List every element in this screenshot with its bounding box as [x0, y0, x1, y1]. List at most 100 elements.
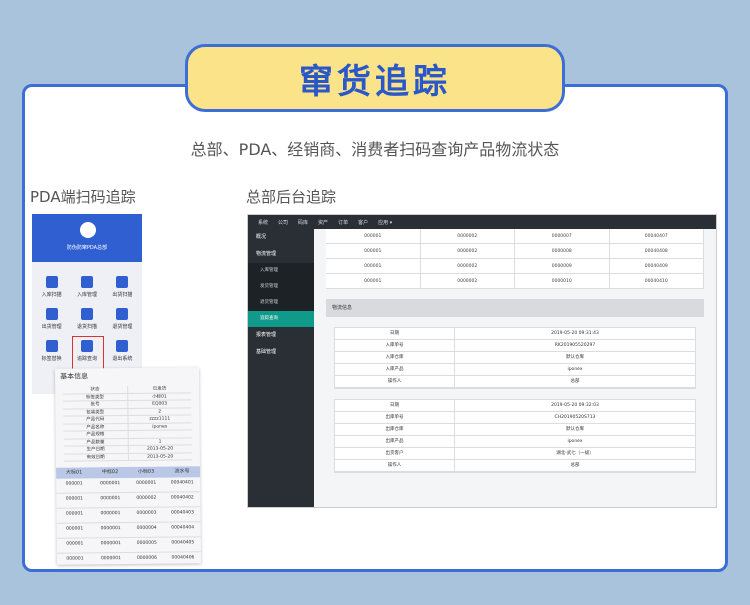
pda-menu-label: 标签替换 — [41, 356, 62, 362]
pda-menu-item[interactable]: 入库扫描 — [34, 276, 69, 302]
info-label: 状态 — [63, 385, 128, 394]
record-label: 操作人 — [335, 376, 455, 387]
table-header-cell: 大标01 — [65, 469, 83, 476]
table-row: 000001 0000001 0000006 00040406 — [56, 552, 202, 565]
topbar-item[interactable]: 公司 — [278, 219, 288, 226]
record-label: 出库单号 — [335, 412, 455, 423]
title-banner: 窜货追踪 — [185, 44, 565, 112]
table-row: 000001 0000002 0000008 00040408 — [326, 244, 704, 259]
info-label: 有效日期 — [63, 453, 129, 461]
topbar-item[interactable]: 应用 ▾ — [378, 219, 392, 226]
table-cell: 0000002 — [136, 495, 157, 501]
table-cell: 000001 — [326, 259, 421, 273]
record-value: 总部 — [570, 379, 580, 384]
backend-sidebar: 概况 物流管理 入库管理 发货管理 退货管理 追踪查询 报表管理 基础管理 — [248, 229, 314, 507]
topbar-item[interactable]: 系统 — [258, 219, 268, 226]
pda-menu-item[interactable]: 追踪查询 — [69, 336, 105, 370]
pda-section-title: PDA端扫码追踪 — [30, 188, 136, 206]
info-value — [128, 430, 192, 437]
pda-menu-item[interactable]: 退货管理 — [105, 308, 140, 334]
record-label: 操作人 — [335, 460, 455, 471]
sidebar-item[interactable]: 物流管理 — [248, 246, 314, 263]
info-table: 大标01 中标02 小标03 流水号 000001 0000001 0000001 0004… — [56, 466, 202, 565]
info-value: 2 — [158, 409, 162, 415]
pda-header: 防伪防窜PDA总部 — [32, 214, 142, 262]
code-table: 000001 0000002 0000007 00040407 000001 000000… — [326, 229, 704, 289]
pda-menu-label: 出货扫描 — [112, 292, 133, 298]
table-header-cell: 中标02 — [101, 469, 119, 476]
pda-menu-item[interactable]: 入库管理 — [69, 276, 104, 302]
info-value: 2013-05-20 — [147, 454, 174, 460]
page-title: 窜货追踪 — [299, 61, 451, 102]
info-value: EQ003 — [152, 401, 168, 407]
sidebar-item[interactable]: 报表管理 — [248, 327, 314, 344]
sidebar-item[interactable]: 退货管理 — [248, 295, 314, 311]
topbar-item[interactable]: 码库 — [298, 219, 308, 226]
record-row: 出库仓库 默认仓库 — [335, 424, 695, 436]
info-label: 产品规格 — [63, 430, 129, 439]
record-row: 入库单号 RK201905520297 — [335, 340, 695, 352]
table-cell: 0000003 — [136, 510, 157, 516]
info-screenshot: 基本信息 状态 已发货 标签类型 小标01 批号 EQ003 包装类型 2 产品代码 zzzz11… — [54, 367, 202, 565]
record-value: CH20190520S713 — [554, 415, 596, 420]
table-cell: 0000005 — [136, 540, 157, 546]
table-cell: 00040410 — [610, 274, 704, 288]
table-cell: 0000001 — [100, 481, 121, 487]
logistics-section-header: 物流信息 — [326, 299, 704, 317]
sidebar-item[interactable]: 发货管理 — [248, 279, 314, 295]
table-row: 000001 0000001 0000001 00040401 — [56, 477, 201, 494]
record-value: 湖北-武七（一级） — [556, 451, 594, 456]
topbar-item[interactable]: 客户 — [358, 219, 368, 226]
sidebar-item[interactable]: 入库管理 — [248, 263, 314, 279]
menu-icon — [45, 308, 58, 320]
record-value: 2019-05-20 09:31:43 — [551, 331, 599, 336]
table-cell: 000001 — [66, 541, 84, 547]
table-cell: 000001 — [65, 496, 83, 502]
pda-menu-item[interactable]: 出货管理 — [34, 308, 69, 334]
table-row: 000001 0000002 0000010 00040410 — [326, 274, 704, 289]
menu-icon — [80, 340, 93, 352]
record-label: 出库仓库 — [335, 424, 455, 435]
record-label: 日期 — [335, 400, 455, 411]
sidebar-item[interactable]: 追踪查询 — [248, 311, 314, 327]
pda-menu-item[interactable]: 出货扫描 — [105, 276, 140, 302]
record-value: 2019-05-20 09:32:03 — [551, 403, 599, 408]
menu-icon — [80, 276, 93, 288]
subtitle: 总部、PDA、经销商、消费者扫码查询产品物流状态 — [190, 140, 560, 159]
record-row: 出库单号 CH20190520S713 — [335, 412, 695, 424]
info-label: 产品代码 — [63, 415, 129, 424]
table-cell: 000001 — [326, 229, 421, 243]
pda-menu-item[interactable]: 退出系统 — [105, 340, 140, 366]
topbar-item[interactable]: 订单 — [338, 219, 348, 226]
info-value: zzzz1111 — [149, 416, 171, 422]
pda-menu-label: 退货扫描 — [76, 324, 97, 330]
info-label: 产品名称 — [63, 423, 129, 431]
pda-screenshot: 防伪防窜PDA总部 入库扫描 入库管理 出货扫描出货管理 退货扫描 退货管理标签替换 追踪… — [32, 214, 142, 394]
table-row: 000001 0000002 0000009 00040409 — [326, 259, 704, 274]
pda-menu-label: 入库管理 — [76, 292, 97, 298]
sidebar-item[interactable]: 基础管理 — [248, 344, 314, 361]
record-row: 日期 2019-05-20 09:32:03 — [335, 400, 695, 412]
info-label: 产品数量 — [63, 438, 129, 446]
menu-icon — [45, 276, 58, 288]
info-title: 基本信息 — [60, 372, 89, 381]
table-cell: 0000001 — [100, 496, 121, 502]
table-cell: 000001 — [65, 481, 83, 487]
table-row: 000001 0000001 0000002 00040402 — [56, 492, 201, 509]
pda-menu-label: 入库扫描 — [41, 292, 62, 298]
table-cell: 0000006 — [136, 555, 158, 561]
inbound-record: 日期 2019-05-20 09:31:43 入库单号 RK201905520297 入… — [334, 327, 696, 389]
pda-menu-item[interactable]: 退货扫描 — [69, 308, 104, 334]
backend-section-title: 总部后台追踪 — [246, 188, 337, 206]
record-label: 出库产品 — [335, 436, 455, 447]
table-cell: 0000002 — [421, 274, 515, 288]
menu-icon — [45, 340, 58, 352]
table-cell: 0000007 — [515, 229, 610, 243]
topbar-item[interactable]: 资产 — [318, 219, 328, 226]
pda-menu-item[interactable]: 标签替换 — [34, 340, 69, 366]
backend-screenshot: 系统 公司 码库 资产 订单 客户 应用 ▾ 概况 物流管理 入库管理 发货管理 退货管理 追踪查询报… — [247, 214, 717, 508]
sidebar-item[interactable]: 概况 — [248, 229, 314, 246]
table-cell: 000001 — [326, 274, 421, 288]
table-cell: 0000001 — [100, 526, 121, 532]
record-value: 默认仓库 — [566, 355, 584, 360]
